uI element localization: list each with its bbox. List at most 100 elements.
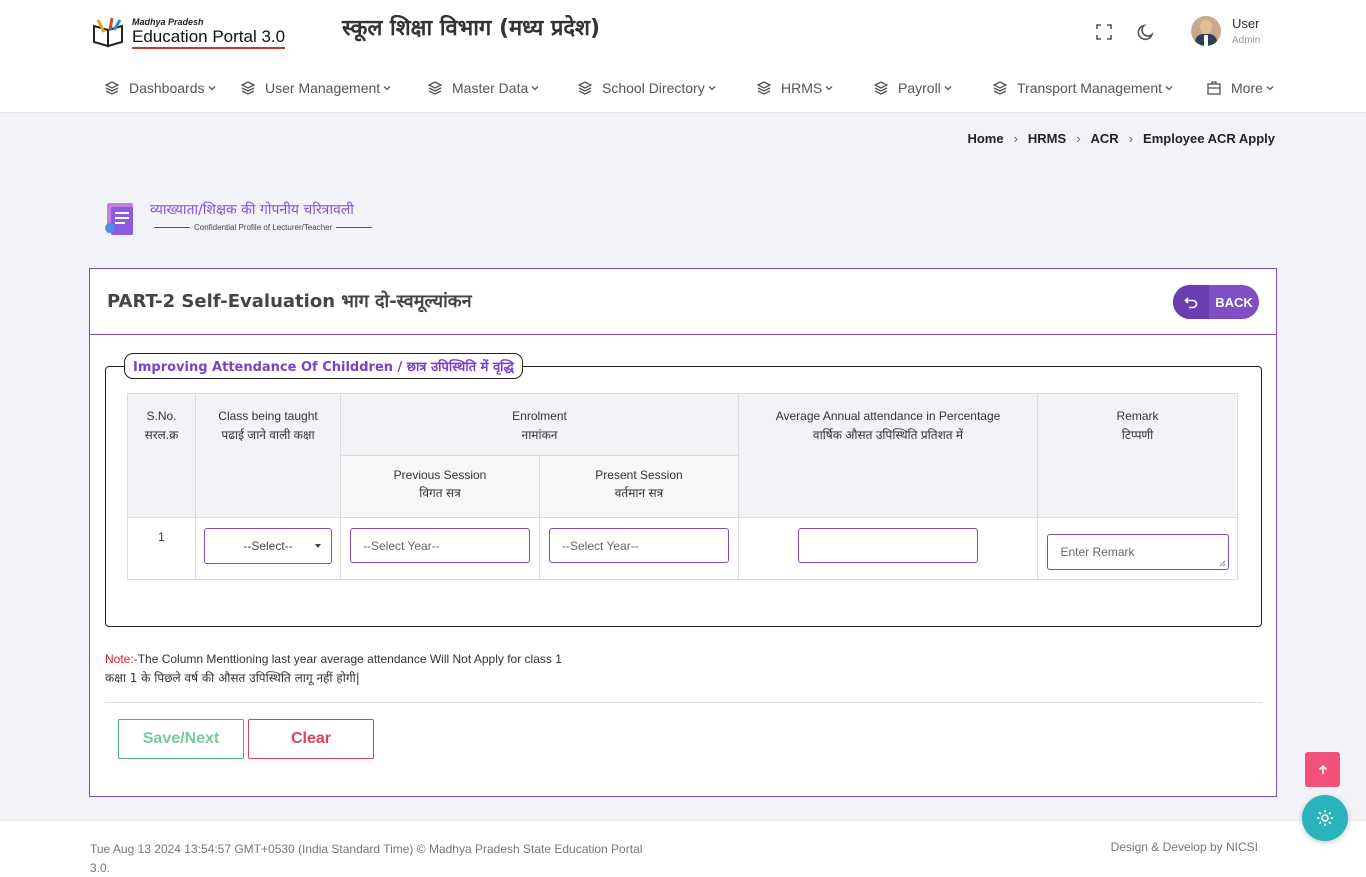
footer-credit: Design & Develop by NICSI [1110,840,1258,854]
breadcrumb-home[interactable]: Home [967,131,1003,146]
header-class: Class being taught पढाई जाने वाली कक्षा [195,393,341,518]
logo-big-text: Education Portal 3.0 [132,27,286,49]
header-enrolment: Enrolment नामांकन [340,393,739,456]
note-text-hi: कक्षा 1 के पिछले वर्ष की औसत उपिस्थिति ल… [105,671,360,685]
card-title: PART-2 Self-Evaluation भाग दो-स्वमूल्यां… [107,291,472,312]
layers-icon [992,81,1008,95]
chevron-down-icon [1266,86,1274,91]
layers-icon [427,81,443,95]
user-role: Admin [1232,35,1261,46]
divider [105,702,1262,703]
main-nav: Dashboards User Management Master Data S… [0,76,1366,100]
cell-class: --Select-- [195,517,341,580]
layers-icon [577,81,593,95]
nav-label: HRMS [781,80,823,96]
nav-transport-management[interactable]: Transport Management [992,76,1173,100]
nav-user-management[interactable]: User Management [240,76,391,100]
nav-label: Dashboards [129,80,205,96]
attendance-table: S.No. सरल.क्र Class being taught पढाई जाने… [127,393,1238,580]
avg-attendance-input[interactable] [798,528,978,563]
back-label: BACK [1215,294,1253,310]
breadcrumb-separator: › [1128,131,1134,146]
breadcrumb-separator: › [1013,131,1018,146]
previous-session-year-input[interactable]: --Select Year-- [350,528,530,563]
attendance-fieldset: Improving Attendance Of Childdren / छात्… [105,353,1262,627]
chevron-down-icon [1165,86,1173,91]
nav-label: School Directory [602,80,705,96]
section-subtitle: Confidential Profile of Lecturer/Teacher [194,223,333,232]
breadcrumb-separator: › [1076,131,1081,146]
present-session-year-input[interactable]: --Select Year-- [549,528,729,563]
nav-more[interactable]: More [1206,76,1274,100]
cell-remark: Enter Remark [1037,517,1238,580]
nav-label: Master Data [452,80,529,96]
nav-school-directory[interactable]: School Directory [577,76,716,100]
chevron-down-icon [531,86,539,91]
resize-grip-icon [1219,560,1225,567]
clear-button[interactable]: Clear [248,719,374,759]
cell-previous-session: --Select Year-- [340,517,540,580]
remark-textarea[interactable]: Enter Remark [1046,534,1229,570]
breadcrumb: Home › HRMS › ACR › Employee ACR Apply [967,131,1275,146]
nav-dashboards[interactable]: Dashboards [104,76,216,100]
portal-logo[interactable]: Madhya Pradesh Education Portal 3.0 [90,14,286,52]
breadcrumb-current: Employee ACR Apply [1143,131,1275,146]
user-profile-menu[interactable]: User Admin [1191,16,1260,46]
nav-label: Transport Management [1017,80,1162,96]
self-evaluation-card: PART-2 Self-Evaluation भाग दो-स्वमूल्यां… [89,268,1277,797]
footer: Tue Aug 13 2024 13:54:57 GMT+0530 (India… [0,820,1366,877]
header-present-session: Present Session वर्तमान सत्र [539,455,739,518]
nav-payroll[interactable]: Payroll [873,76,952,100]
settings-button[interactable] [1302,795,1348,841]
user-name: User [1232,16,1260,31]
dark-mode-moon-icon[interactable] [1136,22,1156,42]
header-remark: Remark टिप्पणी [1037,393,1238,518]
layers-icon [104,81,120,95]
class-select[interactable]: --Select-- [204,528,332,564]
top-header: Madhya Pradesh Education Portal 3.0 स्कू… [0,0,1366,113]
document-profile-icon [104,200,138,236]
layers-icon [756,81,772,95]
cell-present-session: --Select Year-- [539,517,739,580]
breadcrumb-hrms[interactable]: HRMS [1028,131,1066,146]
section-heading: व्याख्याता/शिक्षक की गोपनीय चरित्रावली C… [104,200,376,236]
avatar [1191,16,1221,46]
layers-icon [240,81,256,95]
nav-master-data[interactable]: Master Data [427,76,539,100]
section-title: व्याख्याता/शिक्षक की गोपनीय चरित्रावली [150,202,354,218]
chevron-down-icon [208,86,215,91]
logo-book-icon [90,16,130,50]
chevron-down-icon [944,86,952,91]
building-icon [1207,81,1221,95]
arrow-up-icon [1318,764,1327,774]
cell-sno: 1 [127,517,196,580]
site-title: स्कूल शिक्षा विभाग (मध्य प्रदेश) [342,16,601,41]
chevron-down-icon [825,86,833,91]
header-previous-session: Previous Session विगत सत्र [340,455,540,518]
gear-icon [1317,810,1333,826]
nav-label: Payroll [898,80,941,96]
caret-down-icon [315,544,321,548]
table-row: 1 --Select-- --Select Year-- --Select Ye… [127,517,1238,580]
nav-hrms[interactable]: HRMS [756,76,833,100]
fullscreen-icon[interactable] [1094,22,1114,42]
chevron-down-icon [708,86,716,91]
scroll-to-top-button[interactable] [1305,752,1340,787]
note-prefix: Note:- [105,652,138,666]
layers-icon [873,81,889,95]
cell-avg-attendance [738,517,1038,580]
note-text-en: The Column Menttioning last year average… [137,652,562,666]
save-next-button[interactable]: Save/Next [118,719,244,759]
nav-label: User Management [265,80,381,96]
back-button[interactable]: BACK [1173,285,1259,319]
attendance-note: Note:-The Column Menttioning last year a… [105,650,562,688]
logo-small-text: Madhya Pradesh [132,17,204,27]
nav-label: More [1231,80,1263,96]
card-header: PART-2 Self-Evaluation भाग दो-स्वमूल्यां… [90,269,1276,335]
header-avg-attendance: Average Annual attendance in Percentage व… [738,393,1038,518]
header-sno: S.No. सरल.क्र [127,393,196,518]
fieldset-legend: Improving Attendance Of Childdren / छात्… [124,353,523,379]
breadcrumb-acr[interactable]: ACR [1091,131,1119,146]
chevron-down-icon [383,86,391,91]
footer-copyright: Tue Aug 13 2024 13:54:57 GMT+0530 (India… [90,842,643,875]
